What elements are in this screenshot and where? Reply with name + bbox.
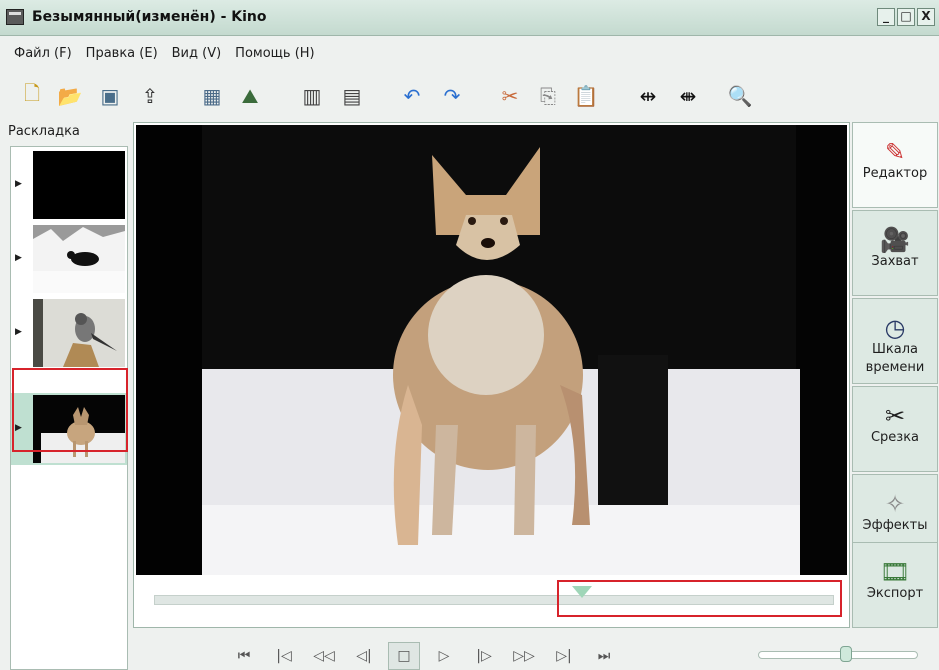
clip-thumbnail <box>33 225 125 293</box>
storyboard-clip[interactable]: ▶ <box>11 297 127 369</box>
menu-file[interactable]: Файл (F) <box>14 46 72 61</box>
expand-arrow-icon[interactable]: ▶ <box>15 253 22 263</box>
insert-after-icon[interactable]: ▤ <box>338 82 366 110</box>
tab-label: Эффекты <box>862 518 928 533</box>
volume-handle[interactable] <box>839 646 852 662</box>
insert-before-icon[interactable]: ▥ <box>298 82 326 110</box>
bird-thumbnail <box>33 299 117 367</box>
menu-view[interactable]: Вид (V) <box>172 46 222 61</box>
effects-icon: ✧ <box>884 490 906 518</box>
save-icon[interactable]: ▣ <box>96 82 124 110</box>
last-frame-icon[interactable]: ⏭ <box>588 642 620 670</box>
tab-export[interactable]: 🎞 Экспорт <box>852 542 938 628</box>
tab-label: Экспорт <box>866 586 924 601</box>
rewind-icon[interactable]: ◁◁ <box>308 642 340 670</box>
export-reel-icon: 🎞 <box>879 558 911 586</box>
minimize-button[interactable]: _ <box>877 8 895 26</box>
tab-label: Шкала времени <box>865 342 925 375</box>
split-scene-icon[interactable]: ⇹ <box>634 82 662 110</box>
redo-icon[interactable]: ↷ <box>438 82 466 110</box>
maximize-button[interactable]: □ <box>897 8 915 26</box>
next-frame-icon[interactable]: |▷ <box>468 642 500 670</box>
first-frame-icon[interactable]: ⏮ <box>228 642 260 670</box>
snow-animal-thumbnail <box>33 225 125 293</box>
save-frame-icon[interactable]: ▦ <box>198 82 226 110</box>
menu-bar: Файл (F) Правка (E) Вид (V) Помощь (H) <box>0 36 939 70</box>
scrubber-highlight-box <box>557 580 842 617</box>
clip-thumbnail <box>33 299 125 367</box>
copy-icon[interactable]: ⎘ <box>534 82 562 110</box>
tab-label: Редактор <box>862 166 928 181</box>
menu-edit[interactable]: Правка (E) <box>86 46 158 61</box>
expand-arrow-icon[interactable]: ▶ <box>15 327 22 337</box>
volume-slider[interactable] <box>758 646 918 662</box>
expand-arrow-icon[interactable]: ▶ <box>15 179 22 189</box>
timeline-clock-icon: ◷ <box>884 314 906 342</box>
storyboard-clip[interactable]: ▶ <box>11 149 127 221</box>
video-frame[interactable] <box>136 125 847 575</box>
prev-scene-icon[interactable]: |◁ <box>268 642 300 670</box>
window-controls: _ □ X <box>877 8 935 26</box>
tab-timeline[interactable]: ◷ Шкала времени <box>852 298 938 384</box>
app-clapper-icon <box>6 9 24 25</box>
storyboard-highlight-box <box>12 368 128 452</box>
zoom-icon[interactable]: 🔍 <box>726 82 754 110</box>
paste-icon[interactable]: 📋 <box>572 82 600 110</box>
tab-capture[interactable]: 🎥 Захват <box>852 210 938 296</box>
tab-editor[interactable]: ✎ Редактор <box>852 122 938 208</box>
window-title: Безымянный(изменён) - Kino <box>32 9 267 25</box>
storyboard-clip[interactable]: ▶ <box>11 223 127 295</box>
play-icon[interactable]: ▷ <box>428 642 460 670</box>
clip-thumbnail <box>33 151 125 219</box>
new-file-icon[interactable]: 🗋 <box>18 81 46 110</box>
tab-label: Срезка <box>870 430 920 445</box>
prev-frame-icon[interactable]: ◁| <box>348 642 380 670</box>
transport-controls: ⏮ |◁ ◁◁ ◁| □ ▷ |▷ ▷▷ ▷| ⏭ <box>228 642 620 670</box>
toolbar: 🗋 📂 ▣ ⇪ ▦ ⛰ ▥ ▤ ↶ ↷ ✂ ⎘ 📋 ⇹ ⇼ 🔍 <box>0 72 939 120</box>
undo-icon[interactable]: ↶ <box>398 82 426 110</box>
open-folder-icon[interactable]: 📂 <box>56 82 84 110</box>
coyote-video-image <box>136 125 847 575</box>
close-button[interactable]: X <box>917 8 935 26</box>
video-viewer <box>133 122 850 628</box>
menu-help[interactable]: Помощь (H) <box>235 46 314 61</box>
stop-icon[interactable]: □ <box>388 642 420 670</box>
mode-tabs: ✎ Редактор 🎥 Захват ◷ Шкала времени ✂ Ср… <box>852 122 939 628</box>
publish-icon[interactable]: ⛰ <box>236 82 264 110</box>
tab-trim[interactable]: ✂ Срезка <box>852 386 938 472</box>
export-still-icon[interactable]: ⇪ <box>136 82 164 110</box>
title-bar: Безымянный(изменён) - Kino _ □ X <box>0 0 939 36</box>
fast-forward-icon[interactable]: ▷▷ <box>508 642 540 670</box>
trim-icon: ✂ <box>884 402 906 430</box>
editor-icon: ✎ <box>884 138 906 166</box>
cut-icon[interactable]: ✂ <box>496 82 524 110</box>
capture-icon: 🎥 <box>880 226 910 254</box>
join-scenes-icon[interactable]: ⇼ <box>674 82 702 110</box>
storyboard-label: Раскладка <box>8 124 80 139</box>
tab-label: Захват <box>871 254 919 269</box>
next-scene-icon[interactable]: ▷| <box>548 642 580 670</box>
